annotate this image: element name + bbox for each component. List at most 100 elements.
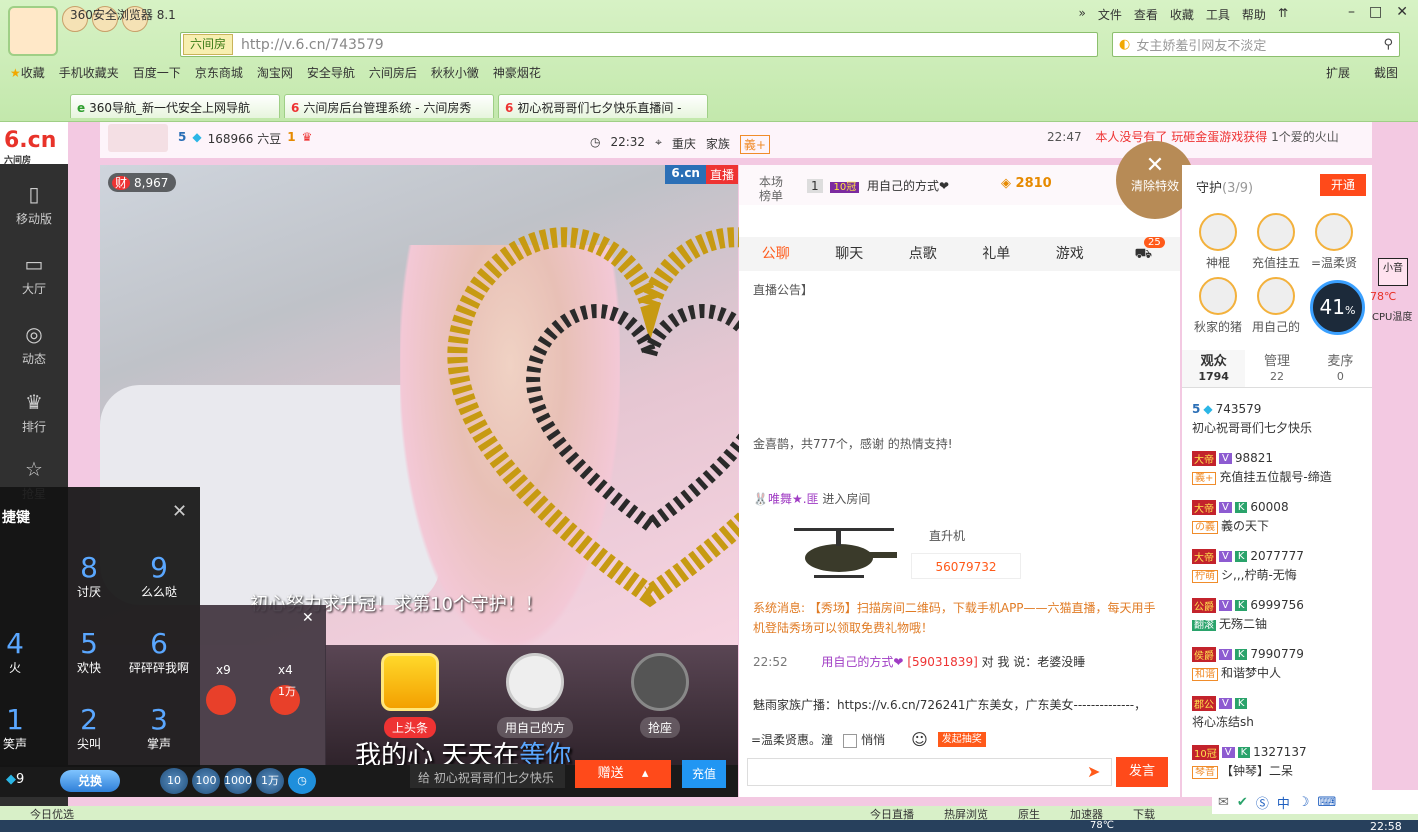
audience-item[interactable]: 大帝 V K 60008 の義 義の天下: [1192, 498, 1362, 534]
audience-item[interactable]: 大帝 V 98821 義+ 充值挂五位靓号-缔造: [1192, 449, 1362, 485]
headline-button[interactable]: 上头条: [365, 653, 455, 738]
tab-games[interactable]: 游戏: [1033, 237, 1107, 271]
seat-user[interactable]: 用自己的方: [490, 653, 580, 738]
guard-member[interactable]: 用自己的: [1246, 277, 1306, 335]
screenshot-button[interactable]: 截图: [1374, 64, 1398, 81]
shortcut-key[interactable]: 5 欢快: [56, 629, 122, 676]
search-engine-icon[interactable]: ◐: [1119, 37, 1130, 52]
rank-top-user[interactable]: 1 10冠 用自己的方式❤: [807, 177, 949, 194]
cpu-widget[interactable]: 41%: [1310, 280, 1365, 335]
fav-item[interactable]: 安全导航: [307, 64, 355, 81]
menu-tools[interactable]: 工具: [1206, 6, 1230, 23]
ime-mode[interactable]: 中: [1277, 793, 1290, 812]
nav-feed[interactable]: ◎ 动态: [0, 322, 68, 367]
avatar[interactable]: [8, 6, 58, 56]
whisper-checkbox[interactable]: 悄悄: [843, 731, 885, 748]
skin-icon[interactable]: ⇈: [1278, 6, 1288, 23]
lottery-button[interactable]: 发起抽奖: [937, 732, 986, 747]
tab-admins[interactable]: 管理 22: [1245, 350, 1308, 387]
check-icon[interactable]: ✔: [1237, 795, 1248, 810]
fav-item[interactable]: 淘宝网: [257, 64, 293, 81]
dropdown-icon[interactable]: ▴: [642, 766, 649, 781]
menu-help[interactable]: 帮助: [1242, 6, 1266, 23]
fav-item[interactable]: 百度一下: [133, 64, 181, 81]
tab-360-nav[interactable]: e 360导航_新一代安全上网导航: [70, 94, 280, 118]
extensions-button[interactable]: 扩展: [1326, 64, 1350, 81]
gift-item[interactable]: [206, 685, 236, 715]
fav-item[interactable]: 神豪烟花: [493, 64, 541, 81]
shortcut-key[interactable]: 3 掌声: [126, 705, 192, 752]
audience-item[interactable]: 公爵 V K 6999756 翻滚 无殇二铀: [1192, 596, 1362, 632]
timer-icon[interactable]: ◷: [288, 768, 316, 794]
close-icon[interactable]: ✕: [172, 501, 187, 522]
site-badge[interactable]: 六间房: [183, 34, 234, 55]
nav-ranking[interactable]: ♛ 排行: [0, 390, 68, 435]
tab-live-room[interactable]: 6 初心祝哥哥们七夕快乐直播间 -: [498, 94, 708, 118]
send-message-button[interactable]: 发言: [1116, 757, 1168, 787]
rank-label[interactable]: 本场榜单: [759, 175, 793, 203]
fav-item[interactable]: 京东商城: [195, 64, 243, 81]
recharge-button[interactable]: 充值: [682, 760, 726, 788]
fav-item[interactable]: ★收藏: [10, 64, 45, 81]
emoji-icon[interactable]: ☺: [911, 730, 928, 749]
exchange-button[interactable]: 兑换: [60, 770, 120, 792]
mail-icon[interactable]: ✉: [1218, 795, 1229, 810]
fav-item[interactable]: 六间房后: [369, 64, 417, 81]
guard-member[interactable]: 充值挂五: [1246, 213, 1306, 271]
tab-public-chat[interactable]: 公聊: [739, 237, 813, 271]
send-icon[interactable]: ➤: [1087, 762, 1100, 781]
fav-item[interactable]: 手机收藏夹: [59, 64, 119, 81]
tab-audience[interactable]: 观众 1794: [1182, 350, 1246, 387]
fav-item[interactable]: 秋秋小黴: [431, 64, 479, 81]
guard-member[interactable]: 秋家的猪: [1188, 277, 1248, 335]
search-input[interactable]: ◐ 女主娇羞引网友不淡定 ⚲: [1112, 32, 1400, 57]
tab-admin[interactable]: 6 六间房后台管理系统 - 六间房秀: [284, 94, 494, 118]
audience-item[interactable]: 郡公 V K 将心冻结sh: [1192, 694, 1362, 730]
chat-input[interactable]: [747, 758, 1112, 786]
guard-member[interactable]: =温柔贤: [1304, 213, 1364, 271]
menu-file[interactable]: 文件: [1098, 6, 1122, 23]
shortcut-key[interactable]: 6 砰砰砰我啊: [126, 629, 192, 676]
gift-recipient[interactable]: 给 初心祝哥哥们七夕快乐: [410, 764, 565, 788]
shortcut-key[interactable]: 2 尖叫: [56, 705, 122, 752]
close-icon[interactable]: ✕: [302, 610, 314, 626]
qty-100[interactable]: 100: [192, 768, 220, 794]
whisper-target[interactable]: =温柔贤惠。潼: [751, 731, 833, 748]
side-mascot[interactable]: 小音: [1378, 258, 1408, 286]
audience-item[interactable]: 5 ◆ 743579 初心祝哥哥们七夕快乐: [1192, 400, 1362, 436]
tab-gift-list[interactable]: 礼单: [960, 237, 1034, 271]
audience-item[interactable]: 大帝 V K 2077777 柠萌 シ,,,柠萌-无悔: [1192, 547, 1362, 583]
family-badge[interactable]: 義+: [739, 135, 770, 154]
menu-view[interactable]: 查看: [1134, 6, 1158, 23]
shortcut-key[interactable]: 4火: [0, 629, 48, 676]
shortcut-key[interactable]: 9 么么哒: [126, 553, 192, 600]
guard-member[interactable]: 神棍: [1188, 213, 1248, 271]
keyboard-icon[interactable]: ⌨: [1318, 795, 1337, 810]
menu-more-icon[interactable]: »: [1079, 6, 1086, 23]
address-bar[interactable]: 六间房 http://v.6.cn/743579: [180, 32, 1098, 57]
maximize-icon[interactable]: □: [1369, 4, 1382, 20]
tab-mic-queue[interactable]: 麦序 0: [1309, 350, 1372, 387]
audience-item[interactable]: 10冠 V K 1327137 琴音 【钟琴】二呆: [1192, 743, 1362, 779]
minimize-icon[interactable]: –: [1348, 4, 1355, 20]
url-text[interactable]: http://v.6.cn/743579: [241, 37, 384, 53]
site-logo[interactable]: 6.cn 六间房: [0, 122, 68, 166]
send-gift-button[interactable]: 赠送 ▴: [575, 760, 671, 788]
close-icon[interactable]: ✕: [1396, 4, 1408, 20]
moon-icon[interactable]: ☽: [1298, 795, 1310, 810]
open-guard-button[interactable]: 开通: [1320, 174, 1366, 196]
shortcut-key[interactable]: 8 讨厌: [56, 553, 122, 600]
search-icon[interactable]: ⚲: [1383, 37, 1393, 52]
qty-10000[interactable]: 1万: [256, 768, 284, 794]
nav-mobile[interactable]: ▯ 移动版: [0, 182, 68, 227]
tab-song-request[interactable]: 点歌: [886, 237, 960, 271]
tab-private-chat[interactable]: 聊天: [813, 237, 887, 271]
shortcut-key[interactable]: 1 笑声: [0, 705, 48, 752]
host-avatar[interactable]: [108, 124, 168, 152]
grab-seat-button[interactable]: 抢座: [615, 653, 705, 738]
menu-favorites[interactable]: 收藏: [1170, 6, 1194, 23]
nav-hall[interactable]: ▭ 大厅: [0, 252, 68, 297]
qty-1000[interactable]: 1000: [224, 768, 252, 794]
qty-10[interactable]: 10: [160, 768, 188, 794]
audience-item[interactable]: 侯爵 V K 7990779 和谐 和谐梦中人: [1192, 645, 1362, 681]
